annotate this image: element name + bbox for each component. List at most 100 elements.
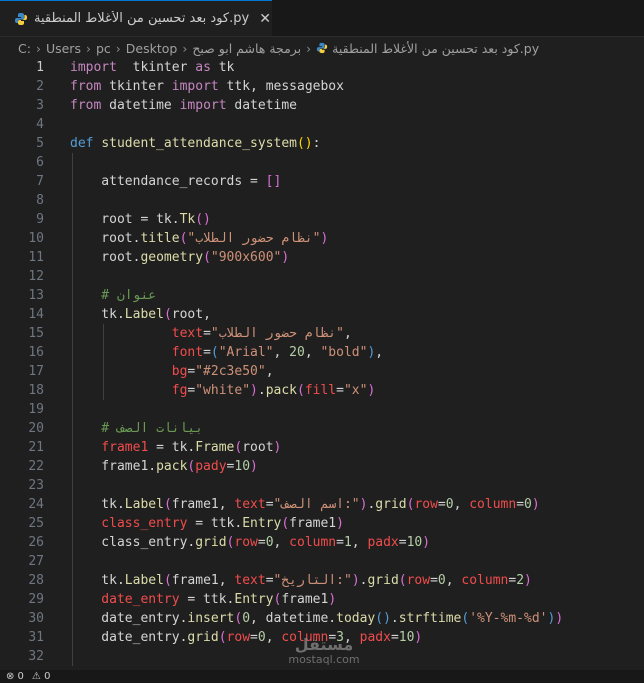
line-number: 1	[36, 60, 44, 75]
code-line[interactable]: 2 from tkinter import ttk, messagebox	[0, 77, 644, 96]
code-line[interactable]: 6	[0, 153, 644, 172]
code-token: class_entry.	[70, 535, 196, 550]
code-token: text	[171, 326, 204, 341]
code-line[interactable]: 16 font=("Arial", 20, "bold"),	[0, 343, 644, 362]
code-token: column	[289, 535, 337, 550]
code-token: Label	[124, 307, 164, 322]
code-line[interactable]: 4	[0, 115, 644, 134]
line-number: 3	[36, 98, 44, 113]
line-number: 17	[28, 364, 44, 379]
code-line[interactable]: 30 date_entry.insert(0, datetime.today()…	[0, 609, 644, 628]
line-number: 16	[28, 345, 44, 360]
code-token: Entry	[234, 592, 274, 607]
code-token: ,	[375, 345, 384, 360]
chevron-right-icon: ›	[85, 40, 91, 56]
code-token: row	[406, 573, 431, 588]
code-line[interactable]: 7 attendance_records = []	[0, 172, 644, 191]
code-token: =	[336, 535, 344, 550]
code-token: []	[265, 174, 282, 189]
code-line[interactable]: 18 fg="white").pack(fill="x")	[0, 381, 644, 400]
code-line[interactable]: 24 tk.Label(frame1, text="اسم الصف:").gr…	[0, 495, 644, 514]
code-line[interactable]: 11 root.geometry("900x600")	[0, 248, 644, 267]
code-line[interactable]: 21 frame1 = tk.Frame(root)	[0, 438, 644, 457]
line-number: 20	[28, 421, 44, 436]
code-token: "نظام حضور الطلاب"	[210, 326, 344, 341]
code-line[interactable]: 1 import tkinter as tk	[0, 58, 644, 77]
code-token: 20	[289, 345, 305, 360]
code-text: from datetime import datetime	[70, 96, 297, 115]
code-token: ,	[445, 573, 462, 588]
code-token: tkinter	[116, 60, 196, 75]
code-line[interactable]: 3 from datetime import datetime	[0, 96, 644, 115]
code-token: frame1	[281, 592, 329, 607]
code-token: def	[70, 136, 94, 151]
code-text: # بيانات الصف	[70, 419, 203, 438]
code-text: tk.Label(frame1, text="اسم الصف:").grid(…	[70, 495, 540, 514]
code-line[interactable]: 13 # عنوان	[0, 286, 644, 305]
code-token: class_entry	[70, 516, 188, 531]
code-token: )	[320, 231, 329, 246]
breadcrumb-item[interactable]: Desktop	[126, 41, 178, 56]
code-line[interactable]: 26 class_entry.grid(row=0, column=1, pad…	[0, 533, 644, 552]
indent-guide	[72, 153, 73, 666]
code-token: = ttk.	[179, 592, 235, 607]
code-token: column	[469, 497, 517, 512]
code-token: 0	[437, 573, 446, 588]
code-line[interactable]: 15 text="نظام حضور الطلاب",	[0, 324, 644, 343]
line-number: 27	[28, 554, 44, 569]
code-token: = ttk.	[187, 516, 243, 531]
code-token: geometry	[140, 250, 204, 265]
code-token: "#2c3e50"	[195, 364, 266, 379]
code-line[interactable]: 5 def student_attendance_system():	[0, 134, 644, 153]
line-number: 12	[28, 269, 44, 284]
code-token: ()	[296, 136, 313, 151]
code-token: root.	[70, 250, 141, 265]
breadcrumb-item[interactable]: Users	[46, 41, 81, 56]
code-token: ttk, messagebox	[218, 79, 344, 94]
code-token: 0	[257, 630, 266, 645]
code-line[interactable]: 27	[0, 552, 644, 571]
code-line[interactable]: 8	[0, 191, 644, 210]
breadcrumb-item[interactable]: pc	[96, 41, 111, 56]
code-token: =	[390, 630, 399, 645]
tab-bar: كود بعد تحسين من الأغلاط المنطقية.py ✕	[0, 0, 644, 37]
breadcrumb-item[interactable]: كود بعد تحسين من الأغلاط المنطقية.py	[332, 41, 539, 56]
code-line[interactable]: 25 class_entry = ttk.Entry(frame1)	[0, 514, 644, 533]
code-line[interactable]: 29 date_entry = ttk.Entry(frame1)	[0, 590, 644, 609]
code-token: (	[297, 383, 305, 398]
code-editor[interactable]: 1 import tkinter as tk 2 from tkinter impor…	[0, 58, 644, 670]
code-line[interactable]: 17 bg="#2c3e50",	[0, 362, 644, 381]
code-line[interactable]: 28 tk.Label(frame1, text="التاريخ:").gri…	[0, 571, 644, 590]
code-token: grid	[367, 573, 399, 588]
line-number: 4	[36, 117, 44, 132]
close-icon[interactable]: ✕	[259, 11, 271, 27]
code-token: tk	[210, 60, 235, 75]
code-token: =	[257, 535, 266, 550]
code-token: )	[531, 497, 540, 512]
code-token: pack	[265, 383, 297, 398]
code-token: =	[203, 345, 211, 360]
code-line[interactable]: 19	[0, 400, 644, 419]
code-line[interactable]: 14 tk.Label(root,	[0, 305, 644, 324]
line-number: 11	[28, 250, 44, 265]
code-line[interactable]: 20 # بيانات الصف	[0, 419, 644, 438]
code-text: def student_attendance_system():	[70, 134, 320, 153]
code-token: (	[210, 345, 219, 360]
code-token: "Arial"	[218, 345, 274, 360]
code-token: title	[140, 231, 180, 246]
code-token: ,	[273, 345, 290, 360]
line-number: 19	[28, 402, 44, 417]
watermark-arabic: مستقل	[294, 635, 354, 654]
code-line[interactable]: 10 root.title("نظام حضور الطلاب")	[0, 229, 644, 248]
warning-count[interactable]: ⚠ 0	[32, 671, 51, 682]
editor-tab[interactable]: كود بعد تحسين من الأغلاط المنطقية.py ✕	[0, 0, 272, 36]
breadcrumb-item[interactable]: C:	[18, 41, 31, 56]
code-line[interactable]: 23	[0, 476, 644, 495]
breadcrumb-item[interactable]: برمجة هاشم ابو صبح	[192, 41, 301, 56]
code-line[interactable]: 12	[0, 267, 644, 286]
error-count[interactable]: ⊗ 0	[6, 671, 24, 682]
code-token: Frame	[195, 440, 235, 455]
code-line[interactable]: 9 root = tk.Tk()	[0, 210, 644, 229]
code-line[interactable]: 22 frame1.pack(pady=10)	[0, 457, 644, 476]
